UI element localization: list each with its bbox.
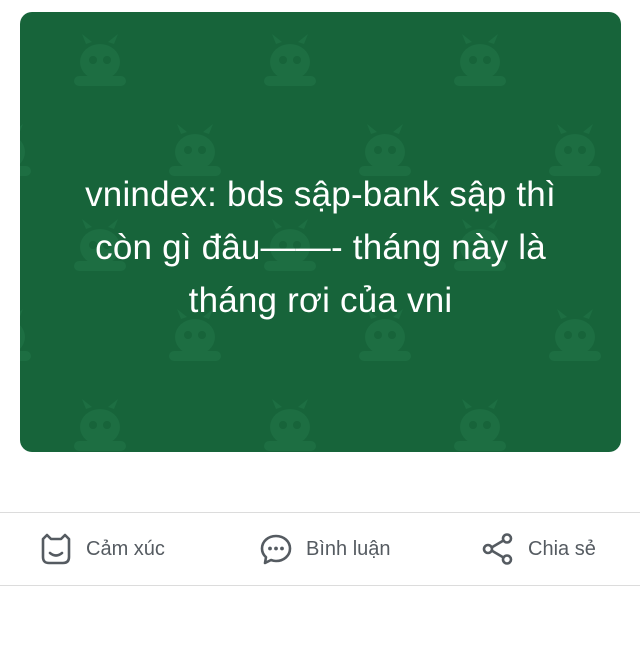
comment-label: Bình luận (306, 537, 391, 560)
divider (0, 585, 640, 586)
react-label: Cảm xúc (86, 537, 165, 560)
share-label: Chia sẻ (528, 537, 596, 560)
react-button[interactable]: Cảm xúc (38, 513, 165, 585)
post-text: vnindex: bds sập-bank sập thì còn gì đâu… (85, 175, 556, 320)
reaction-face-icon (41, 533, 71, 565)
post-card[interactable]: vnindex: bds sập-bank sập thì còn gì đâu… (20, 12, 621, 452)
comment-button[interactable]: Bình luận (258, 513, 391, 585)
comment-bubble-icon (260, 534, 292, 565)
share-button[interactable]: Chia sẻ (480, 513, 596, 585)
post-view: vnindex: bds sập-bank sập thì còn gì đâu… (0, 0, 640, 651)
share-icon (482, 533, 513, 565)
action-bar: Cảm xúc Bình luận Chia sẻ (0, 513, 640, 585)
